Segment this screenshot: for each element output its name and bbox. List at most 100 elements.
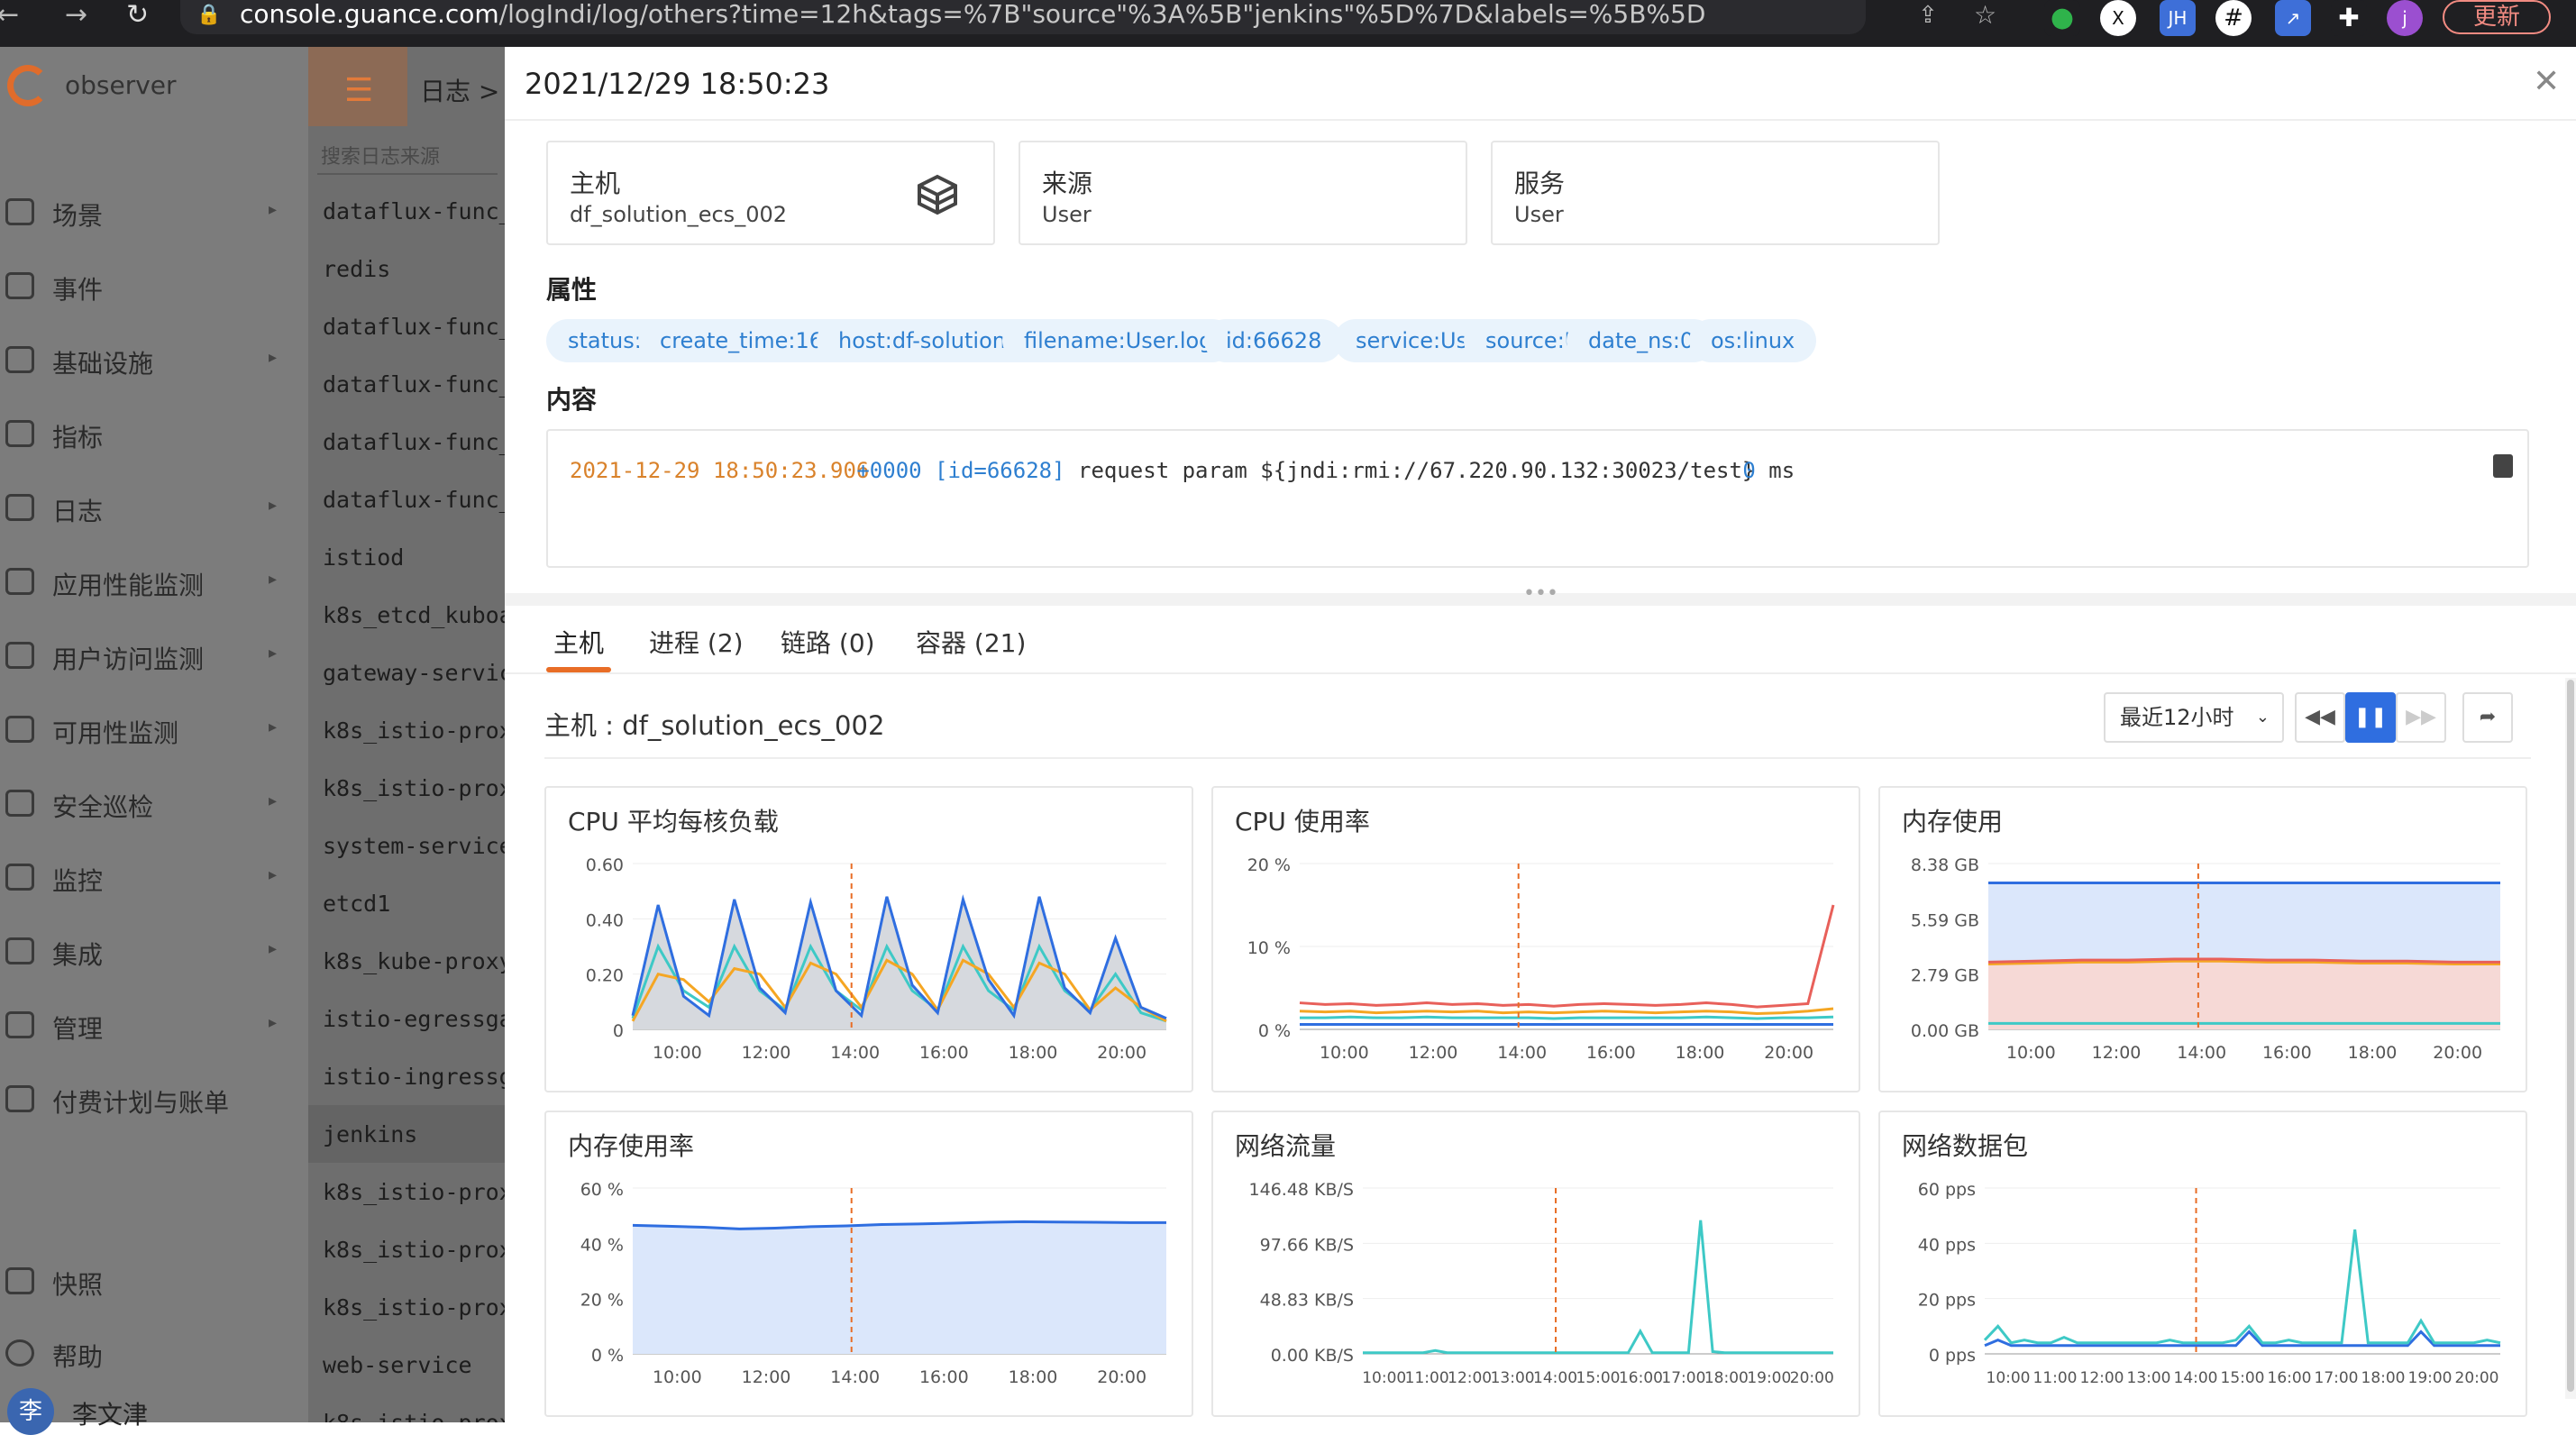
share-button[interactable]: ➦: [2462, 692, 2513, 743]
sidebar-item-10[interactable]: 集成 ▸: [0, 919, 308, 983]
source-list-item[interactable]: istio-ingressg: [323, 1064, 505, 1090]
log-time-title: 2021/12/29 18:50:23: [525, 67, 830, 101]
puzzle-icon[interactable]: ✚: [2331, 0, 2367, 36]
source-list-item[interactable]: istiod: [323, 544, 404, 571]
source-list-item[interactable]: jenkins: [323, 1121, 417, 1147]
sidebar-item-7[interactable]: 可用性监测 ▸: [0, 698, 308, 761]
x-tick-label: 10:00: [1987, 1369, 2031, 1387]
pause-button[interactable]: ❚❚: [2345, 692, 2396, 743]
sidebar-item-1[interactable]: 事件: [0, 254, 308, 317]
source-list-item[interactable]: system-service: [323, 833, 505, 859]
scrollbar-thumb[interactable]: [2567, 680, 2574, 1392]
source-list-item[interactable]: etcd1: [323, 891, 390, 917]
sidebar-item-help[interactable]: 帮助: [0, 1321, 308, 1385]
source-list-item[interactable]: k8s_istio-prox: [323, 1410, 505, 1422]
x-tick-label: 12:00: [2092, 1043, 2142, 1063]
metric-chart[interactable]: 内存使用 8.38 GB 5.59 GB 2.79 GB 0.00 GB 10:00 12:…: [1878, 786, 2527, 1092]
sidebar-item-3[interactable]: 指标: [0, 402, 308, 465]
source-list-item[interactable]: k8s_istio-prox: [323, 775, 505, 801]
forward-arrow-icon[interactable]: →: [65, 0, 87, 31]
y-tick-label: 60 %: [580, 1180, 624, 1200]
metric-chart[interactable]: CPU 使用率 20 % 10 % 0 % 10:00 12:00 14:00 16:00 18…: [1211, 786, 1860, 1092]
log-unit: ms: [1768, 458, 1795, 483]
sidebar-item-9[interactable]: 监控 ▸: [0, 845, 308, 909]
profile-avatar-icon[interactable]: j: [2387, 0, 2423, 36]
x-tick-label: 12:00: [2080, 1369, 2124, 1387]
x-extension-icon[interactable]: X: [2100, 0, 2136, 36]
sidebar-item-4[interactable]: 日志 ▸: [0, 476, 308, 539]
log-icon: [5, 494, 34, 521]
grid-extension-icon[interactable]: #: [2215, 0, 2252, 36]
source-list-item[interactable]: k8s_kube-proxy: [323, 948, 505, 974]
dialing-icon: [5, 716, 34, 743]
metric-chart[interactable]: 网络流量 146.48 KB/S 97.66 KB/S 48.83 KB/S 0.00 …: [1211, 1111, 1860, 1417]
arrow-extension-icon[interactable]: ↗: [2275, 0, 2311, 36]
source-list-item[interactable]: gateway-servic: [323, 660, 505, 686]
browser-update-button[interactable]: 更新: [2443, 0, 2551, 34]
back-arrow-icon[interactable]: ←: [0, 0, 19, 31]
chevron-right-icon: ▸: [269, 348, 278, 367]
series-line: [1299, 904, 1835, 1009]
bookmark-star-icon[interactable]: ☆: [1974, 0, 1996, 31]
attribute-tag[interactable]: os:linux: [1689, 319, 1817, 362]
source-list-item[interactable]: dataflux-func_: [323, 429, 505, 455]
tab-trace[interactable]: 链路 (0): [781, 624, 875, 660]
user-avatar[interactable]: 李: [7, 1388, 54, 1435]
log-timezone: +0000: [856, 458, 922, 483]
evernote-icon[interactable]: ●: [2044, 0, 2080, 36]
source-list-item[interactable]: k8s_istio-prox: [323, 718, 505, 744]
fast-forward-button[interactable]: ▶▶: [2396, 692, 2446, 743]
attribute-tag[interactable]: id:66628: [1204, 319, 1344, 362]
source-list-item[interactable]: dataflux-func_: [323, 198, 505, 224]
reload-icon[interactable]: ↻: [126, 0, 149, 31]
host-card[interactable]: 主机 df_solution_ecs_002: [546, 141, 995, 245]
sidebar-item-12[interactable]: 付费计划与账单: [0, 1067, 308, 1130]
hamburger-icon: ☰: [344, 72, 374, 109]
series-line: [1300, 1015, 1834, 1020]
tab-process[interactable]: 进程 (2): [649, 624, 744, 660]
source-list-item[interactable]: web-service: [323, 1352, 472, 1378]
x-tick-label: 14:00: [830, 1367, 880, 1387]
close-icon[interactable]: ✕: [2533, 63, 2560, 100]
sidebar-item-2[interactable]: 基础设施 ▸: [0, 328, 308, 391]
jh-extension-icon[interactable]: JH: [2160, 0, 2196, 36]
metric-chart[interactable]: 内存使用率 60 % 40 % 20 % 0 % 10:00 12:00 14:00 16:00…: [544, 1111, 1193, 1417]
chevron-right-icon: ▸: [269, 865, 278, 884]
y-tick-label: 0.00 KB/S: [1271, 1346, 1354, 1366]
sidebar-item-5[interactable]: 应用性能监测 ▸: [0, 550, 308, 613]
resize-handle[interactable]: •••: [505, 582, 2576, 606]
source-list-item[interactable]: dataflux-func_: [323, 371, 505, 398]
series-area: [1988, 959, 2500, 1029]
tab-container[interactable]: 容器 (21): [916, 624, 1026, 660]
rewind-button[interactable]: ◀◀: [2295, 692, 2345, 743]
source-list-item[interactable]: k8s_istio-prox: [323, 1237, 505, 1263]
source-list-item[interactable]: dataflux-func_: [323, 314, 505, 340]
source-list-item[interactable]: k8s_etcd_kuboa: [323, 602, 505, 628]
copy-icon[interactable]: [2493, 454, 2513, 478]
sidebar-item-6[interactable]: 用户访问监测 ▸: [0, 624, 308, 687]
sidebar-item-11[interactable]: 管理 ▸: [0, 993, 308, 1056]
source-list-item[interactable]: k8s_istio-prox: [323, 1294, 505, 1321]
source-list-item[interactable]: k8s_istio-prox: [323, 1179, 505, 1205]
tab-host[interactable]: 主机: [553, 624, 604, 660]
source-search-input[interactable]: 搜索日志来源: [317, 137, 498, 175]
sidebar-item-0[interactable]: 场景 ▸: [0, 180, 308, 243]
workspace-name[interactable]: observer: [65, 70, 177, 100]
source-list-item[interactable]: redis: [323, 256, 390, 282]
metric-chart[interactable]: CPU 平均每核负载 0.60 0.40 0.20 0 10:00 12:00 14:00 16…: [544, 786, 1193, 1092]
source-list-item[interactable]: istio-egressga: [323, 1006, 505, 1032]
share-icon[interactable]: ⇪: [1918, 0, 1938, 31]
menu-toggle-button[interactable]: ☰: [308, 47, 407, 126]
service-card[interactable]: 服务 User: [1491, 141, 1940, 245]
sidebar-item-8[interactable]: 安全巡检 ▸: [0, 772, 308, 835]
attribute-tag[interactable]: filename:User.log: [1002, 319, 1235, 362]
sidebar-item-snapshot[interactable]: 快照: [0, 1249, 308, 1312]
snapshot-icon: [5, 1267, 34, 1294]
time-range-select[interactable]: 最近12小时 ⌄: [2104, 692, 2284, 743]
source-list-item[interactable]: dataflux-func_: [323, 487, 505, 513]
metric-chart[interactable]: 网络数据包 60 pps 40 pps 20 pps 0 pps 10:00 11:00 12…: [1878, 1111, 2527, 1417]
source-card[interactable]: 来源 User: [1019, 141, 1467, 245]
user-name[interactable]: 李文津: [72, 1395, 148, 1431]
lock-icon: 🔒: [196, 4, 222, 26]
address-bar[interactable]: 🔒 console.guance.com/logIndi/log/others?…: [180, 0, 1866, 34]
